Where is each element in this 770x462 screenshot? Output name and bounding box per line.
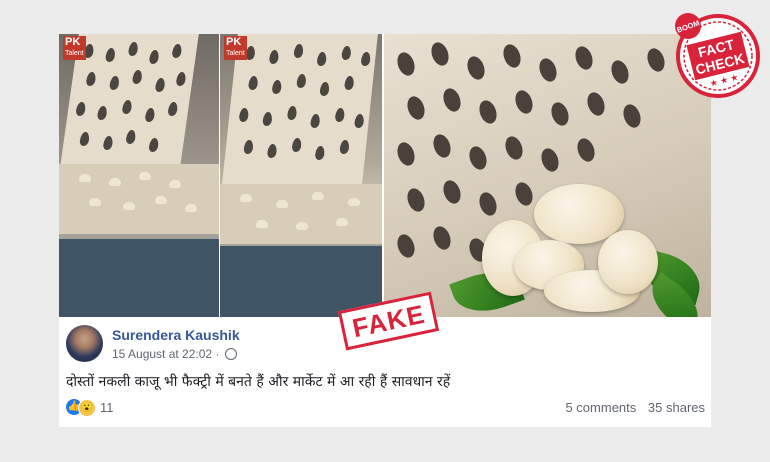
avatar[interactable] [66, 325, 103, 362]
cashew-nut [598, 230, 658, 294]
conveyor-belt [220, 184, 382, 244]
conveyor-belt [59, 164, 219, 234]
boom-fact-check-badge: FACT CHECK ★ ★ ★ BOOM [675, 13, 760, 98]
pk-talent-watermark: PK Talent [63, 36, 86, 60]
shares-count[interactable]: 35 shares [648, 400, 705, 415]
comments-count[interactable]: 5 comments [565, 400, 636, 415]
author-name[interactable]: Surendera Kaushik [112, 327, 240, 343]
timestamp[interactable]: 15 August at 22:02 [112, 347, 212, 361]
globe-icon [224, 347, 237, 360]
engagement-stats: 5 comments 35 shares [557, 400, 705, 415]
dot-separator: · [215, 347, 223, 361]
factory-photo-2[interactable]: PK Talent [220, 34, 382, 317]
post-meta: 15 August at 22:02 · [112, 347, 237, 361]
post-text: दोस्तों नकली काजू भी फैक्ट्री में बनते ह… [66, 374, 451, 390]
factory-photo-1[interactable]: PK Talent [59, 34, 219, 317]
reaction-count: 11 [100, 400, 114, 415]
cashew-closeup-photo[interactable] [384, 34, 711, 317]
machine-base [59, 239, 219, 317]
facebook-post-card: PK Talent PK Talent FAKE Surendera Kaush… [59, 34, 711, 427]
post-header: Surendera Kaushik 15 August at 22:02 · [66, 325, 706, 365]
pk-talent-watermark: PK Talent [224, 36, 247, 60]
wow-icon: 😮 [78, 399, 96, 417]
